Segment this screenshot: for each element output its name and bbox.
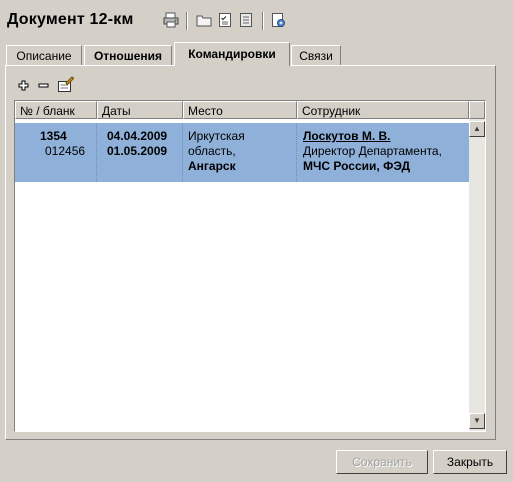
- employee-name-link[interactable]: Лоскутов М. В.: [303, 129, 469, 144]
- trips-table: № / бланк Даты Место Сотрудник 1354 0124…: [14, 100, 486, 432]
- scroll-down-button[interactable]: ▼: [469, 413, 485, 429]
- column-header-employee[interactable]: Сотрудник: [297, 101, 469, 119]
- tab-relations[interactable]: Отношения: [84, 45, 172, 65]
- edit-icon[interactable]: [57, 76, 75, 93]
- place-region-suffix: область,: [188, 144, 236, 158]
- print-icon[interactable]: [163, 12, 179, 28]
- tab-business-trips[interactable]: Командировки: [174, 42, 290, 66]
- close-button[interactable]: Закрыть: [433, 450, 507, 474]
- column-header-number[interactable]: № / бланк: [15, 101, 97, 119]
- column-header-filler: [469, 101, 485, 119]
- column-header-dates[interactable]: Даты: [97, 101, 183, 119]
- vertical-scrollbar[interactable]: ▲ ▼: [469, 119, 485, 431]
- place-region: Иркутская: [188, 129, 245, 143]
- checklist-icon[interactable]: [217, 12, 233, 28]
- place-city: Ангарск: [188, 159, 236, 173]
- cell-number: 1354 012456: [15, 123, 97, 182]
- date-to: 01.05.2009: [107, 144, 168, 158]
- column-header-place[interactable]: Место: [183, 101, 297, 119]
- tab-links[interactable]: Связи: [291, 45, 341, 65]
- cell-place: Иркутская область, Ангарск: [183, 123, 297, 182]
- toolbar-separator: [186, 12, 188, 30]
- tab-description[interactable]: Описание: [6, 45, 82, 65]
- cell-employee: Лоскутов М. В. Директор Департамента, МЧ…: [297, 123, 469, 182]
- table-row[interactable]: 1354 012456 04.04.2009 01.05.2009 Иркутс…: [15, 123, 469, 182]
- add-icon[interactable]: [17, 79, 30, 92]
- save-button[interactable]: Сохранить: [336, 450, 428, 474]
- remove-icon[interactable]: [37, 79, 50, 92]
- document-icon[interactable]: [238, 12, 254, 28]
- toolbar-separator: [262, 12, 264, 30]
- document-title: Документ 12-км: [7, 11, 134, 28]
- folder-icon[interactable]: [196, 12, 212, 28]
- employee-organization: МЧС России, ФЭД: [303, 159, 411, 173]
- trip-number: 1354: [40, 129, 67, 143]
- employee-position: Директор Департамента,: [303, 144, 442, 158]
- blank-number: 012456: [45, 144, 86, 158]
- date-from: 04.04.2009: [107, 129, 168, 143]
- report-icon[interactable]: [270, 12, 286, 28]
- cell-dates: 04.04.2009 01.05.2009: [97, 123, 183, 182]
- scroll-up-button[interactable]: ▲: [469, 121, 485, 137]
